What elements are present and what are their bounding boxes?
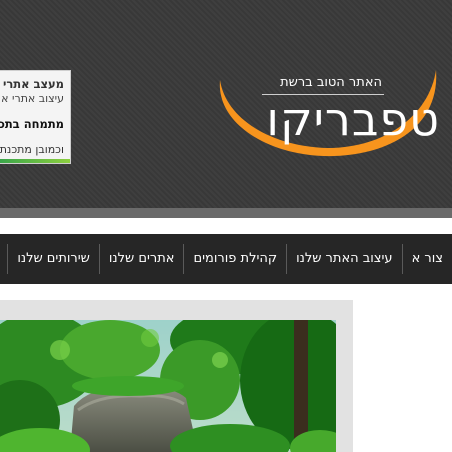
nav-item-design[interactable]: עיצוב האתר שלנו (286, 244, 402, 274)
nav-item-contact[interactable]: צור א (401, 244, 452, 274)
nav-item-services[interactable]: שירותים שלנו (7, 244, 99, 274)
nav-list: שירותים שלנו אתרים שלנו קהילת פורומים עי… (7, 234, 452, 284)
ad-line-3: מתמחה בתכ (0, 117, 64, 131)
header-divider (0, 208, 452, 218)
nav-item-sites[interactable]: אתרים שלנו (98, 244, 184, 274)
ad-line-4: וכמובן מתכנת (0, 143, 64, 156)
main-nav: שירותים שלנו אתרים שלנו קהילת פורומים עי… (0, 234, 452, 284)
ad-accent-bar (0, 159, 70, 163)
logo-name: טפבריקו (266, 92, 440, 146)
nav-item-forums[interactable]: קהילת פורומים (183, 244, 286, 274)
ad-banner[interactable]: מעצב אתרי א עיצוב אתרי א מתמחה בתכ וכמוב… (0, 70, 71, 164)
ad-line-1: מעצב אתרי א (0, 77, 64, 91)
nature-photo-image (0, 320, 336, 452)
featured-image[interactable] (0, 320, 336, 452)
ad-line-2: עיצוב אתרי א (1, 92, 64, 105)
